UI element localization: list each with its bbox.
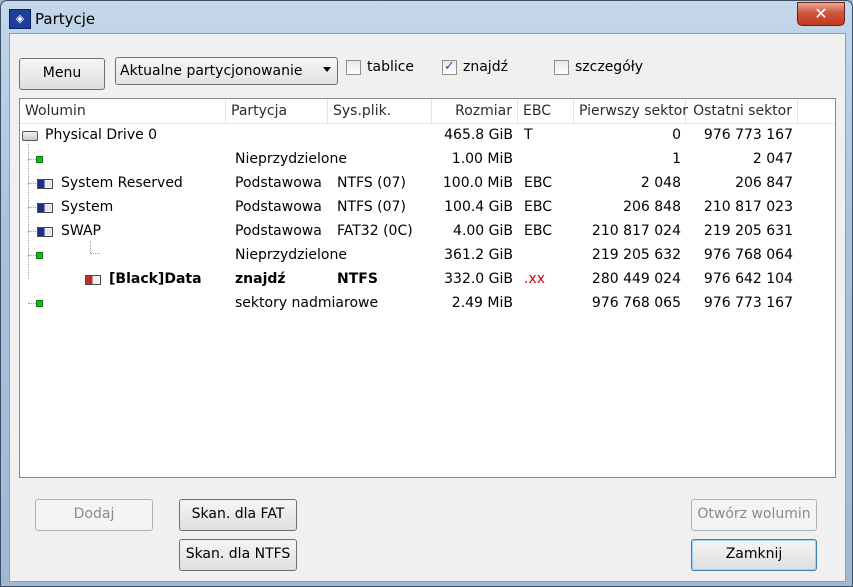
cell-partition: znajdź xyxy=(235,271,286,287)
cell-size: 465.8 GiB xyxy=(444,127,513,143)
cell-ebc: T xyxy=(524,127,533,143)
cell-first-sector: 280 449 024 xyxy=(591,271,681,287)
found-partition-icon xyxy=(85,275,101,285)
cell-last-sector: 976 773 167 xyxy=(703,295,793,311)
scan-ntfs-button[interactable]: Skan. dla NTFS xyxy=(179,539,297,571)
checkbox-find-label: znajdź xyxy=(463,59,508,75)
table-row[interactable]: SWAP Podstawowa FAT32 (0C) 4.00 GiB EBC … xyxy=(20,219,835,243)
partition-icon xyxy=(37,179,53,189)
table-row[interactable]: Nieprzydzielone 1.00 MiB 1 2 047 xyxy=(20,147,835,171)
checkmark-icon: ✓ xyxy=(444,59,455,74)
col-ebc[interactable]: EBC xyxy=(518,99,574,123)
cell-size: 332.0 GiB xyxy=(444,271,513,287)
cell-last-sector: 219 205 631 xyxy=(703,223,793,239)
add-button[interactable]: Dodaj xyxy=(35,499,153,531)
title-bar[interactable]: ◈ Partycje ✕ xyxy=(1,1,852,33)
cell-partition: Podstawowa xyxy=(235,199,322,215)
cell-filesystem: NTFS (07) xyxy=(337,199,406,215)
cell-size: 361.2 GiB xyxy=(444,247,513,263)
close-button[interactable]: Zamknij xyxy=(691,539,817,571)
app-icon: ◈ xyxy=(9,9,31,29)
checkbox-find-box[interactable]: ✓ xyxy=(442,59,457,75)
cell-partition: Podstawowa xyxy=(235,175,322,191)
checkbox-details-label: szczegóły xyxy=(575,59,644,75)
cell-last-sector: 210 817 023 xyxy=(703,199,793,215)
window-title: Partycje xyxy=(35,10,96,28)
cell-ebc: EBC xyxy=(524,223,552,239)
cell-size: 100.4 GiB xyxy=(444,199,513,215)
cell-filesystem: NTFS xyxy=(337,271,378,287)
table-row[interactable]: [Black]Data znajdź NTFS 332.0 GiB .xx 28… xyxy=(20,267,835,291)
cell-first-sector: 219 205 632 xyxy=(591,247,681,263)
cell-volume: System xyxy=(61,199,114,215)
col-partition[interactable]: Partycja xyxy=(226,99,328,123)
table-row[interactable]: Nieprzydzielone 361.2 GiB 219 205 632 97… xyxy=(20,243,835,267)
table-row[interactable]: System Podstawowa NTFS (07) 100.4 GiB EB… xyxy=(20,195,835,219)
cell-last-sector: 976 768 064 xyxy=(703,247,793,263)
cell-partition: Podstawowa xyxy=(235,223,322,239)
list-header: Wolumin Partycja Sys.plik. Rozmiar EBC P… xyxy=(20,99,835,124)
col-size[interactable]: Rozmiar xyxy=(432,99,518,123)
col-filler xyxy=(798,99,835,123)
cell-filesystem: FAT32 (0C) xyxy=(337,223,413,239)
cell-first-sector: 206 848 xyxy=(623,199,681,215)
partition-list[interactable]: Wolumin Partycja Sys.plik. Rozmiar EBC P… xyxy=(19,98,836,478)
cell-partition: Nieprzydzielone xyxy=(235,151,347,167)
close-icon: ✕ xyxy=(814,4,828,23)
col-filesystem[interactable]: Sys.plik. xyxy=(328,99,432,123)
view-mode-value: Aktualne partycjonowanie xyxy=(120,63,303,79)
cell-last-sector: 2 047 xyxy=(752,151,793,167)
cell-partition: sektory nadmiarowe xyxy=(235,295,379,311)
cell-volume: System Reserved xyxy=(61,175,183,191)
cell-volume: Physical Drive 0 xyxy=(45,127,158,143)
partitions-window: ◈ Partycje ✕ Menu Aktualne partycjonowan… xyxy=(0,0,853,587)
cell-size: 1.00 MiB xyxy=(451,151,513,167)
unallocated-icon xyxy=(36,300,43,307)
cell-partition: Nieprzydzielone xyxy=(235,247,347,263)
cell-last-sector: 976 773 167 xyxy=(703,127,793,143)
cell-first-sector: 1 xyxy=(672,151,681,167)
menu-button[interactable]: Menu xyxy=(19,58,105,90)
cell-first-sector: 976 768 065 xyxy=(591,295,681,311)
cell-ebc: EBC xyxy=(524,199,552,215)
checkbox-find[interactable]: ✓ znajdź xyxy=(442,59,522,78)
cell-filesystem: NTFS (07) xyxy=(337,175,406,191)
dialog-body: Menu Aktualne partycjonowanie tablice ✓ … xyxy=(9,33,846,582)
unallocated-icon xyxy=(36,252,43,259)
unallocated-icon xyxy=(36,156,43,163)
table-row[interactable]: Physical Drive 0 465.8 GiB T 0 976 773 1… xyxy=(20,123,835,147)
checkbox-details[interactable]: szczegóły xyxy=(554,59,654,78)
cell-volume: [Black]Data xyxy=(109,271,202,287)
view-mode-combo[interactable]: Aktualne partycjonowanie xyxy=(115,57,338,85)
checkbox-tables[interactable]: tablice xyxy=(346,59,426,78)
cell-first-sector: 0 xyxy=(672,127,681,143)
col-volume[interactable]: Wolumin xyxy=(20,99,226,123)
cell-first-sector: 210 817 024 xyxy=(591,223,681,239)
table-row[interactable]: System Reserved Podstawowa NTFS (07) 100… xyxy=(20,171,835,195)
cell-ebc: EBC xyxy=(524,175,552,191)
cell-size: 100.0 MiB xyxy=(442,175,513,191)
checkbox-tables-label: tablice xyxy=(367,59,415,75)
col-last-sector[interactable]: Ostatni sektor xyxy=(686,99,798,123)
drive-icon xyxy=(22,131,38,141)
col-first-sector[interactable]: Pierwszy sektor xyxy=(574,99,688,123)
cell-size: 2.49 MiB xyxy=(451,295,513,311)
checkbox-details-box[interactable] xyxy=(554,60,569,75)
cell-last-sector: 206 847 xyxy=(735,175,793,191)
cell-volume: SWAP xyxy=(61,223,101,239)
partition-icon xyxy=(37,203,53,213)
open-volume-button[interactable]: Otwórz wolumin xyxy=(691,499,817,531)
table-row[interactable]: sektory nadmiarowe 2.49 MiB 976 768 065 … xyxy=(20,291,835,315)
cell-ebc: .xx xyxy=(524,271,546,287)
partition-icon xyxy=(37,227,53,237)
cell-size: 4.00 GiB xyxy=(453,223,513,239)
close-window-button[interactable]: ✕ xyxy=(797,2,845,26)
chevron-down-icon xyxy=(323,67,331,72)
cell-last-sector: 976 642 104 xyxy=(703,271,793,287)
checkbox-tables-box[interactable] xyxy=(346,60,361,75)
cell-first-sector: 2 048 xyxy=(640,175,681,191)
scan-fat-button[interactable]: Skan. dla FAT xyxy=(179,499,297,531)
